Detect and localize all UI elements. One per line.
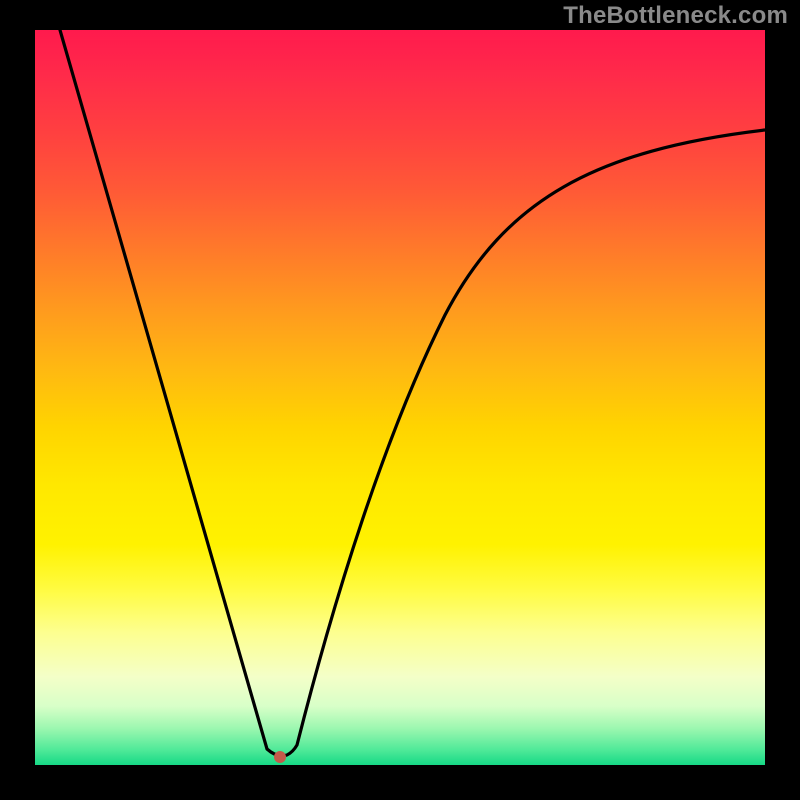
curve-svg: [35, 30, 765, 765]
bottleneck-curve: [60, 30, 765, 756]
chart-container: TheBottleneck.com: [0, 0, 800, 800]
watermark-label: TheBottleneck.com: [563, 2, 788, 30]
optimal-point-marker: [274, 751, 286, 763]
plot-area: [35, 30, 765, 765]
